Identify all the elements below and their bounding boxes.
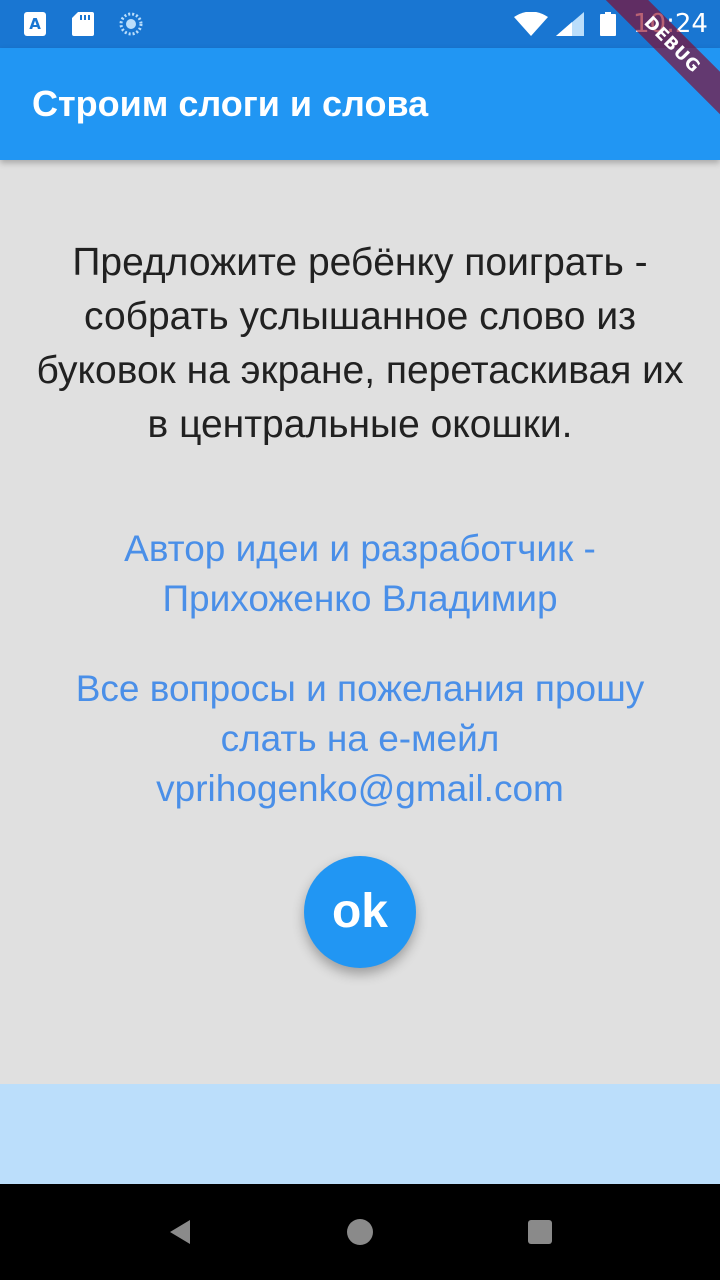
app-bar: Строим слоги и слова (0, 48, 720, 160)
status-time: 10:24 (633, 9, 708, 39)
nav-bar (0, 1184, 720, 1280)
signal-icon (556, 12, 584, 36)
wifi-icon (514, 12, 548, 36)
battery-icon (600, 12, 616, 36)
app-a-icon: A (24, 12, 46, 36)
sync-icon (119, 12, 143, 36)
author-text: Автор идеи и разработчик - Прихоженко Вл… (124, 528, 596, 619)
home-icon[interactable] (336, 1208, 384, 1256)
page-title: Строим слоги и слова (32, 83, 429, 124)
status-bar: A 10:24 (0, 0, 720, 48)
instruction-text: Предложите ребёнку поиграть - собрать ус… (36, 241, 684, 446)
ok-button[interactable]: ok (304, 856, 416, 968)
sd-card-icon (72, 12, 94, 36)
main-content: Предложите ребёнку поиграть - собрать ус… (0, 160, 720, 1084)
bottom-panel (0, 1084, 720, 1184)
back-icon[interactable] (156, 1208, 204, 1256)
recents-icon[interactable] (516, 1208, 564, 1256)
contact-text: Все вопросы и пожелания прошу слать на е… (75, 668, 645, 809)
